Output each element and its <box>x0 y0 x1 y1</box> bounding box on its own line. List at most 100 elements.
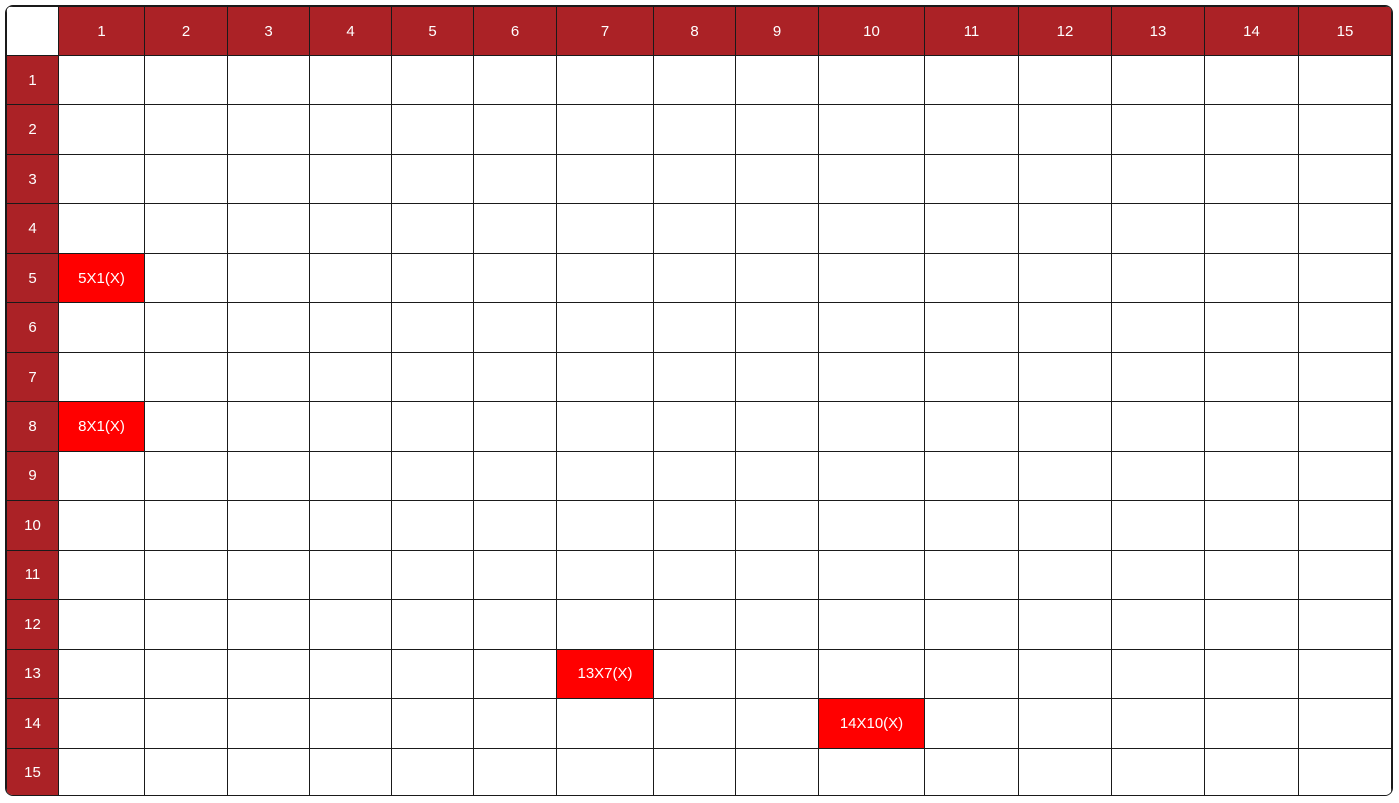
grid-cell[interactable] <box>473 648 557 700</box>
grid-cell[interactable] <box>653 450 736 502</box>
grid-cell[interactable] <box>58 648 145 700</box>
grid-cell[interactable] <box>309 698 392 749</box>
grid-cell[interactable] <box>144 351 228 403</box>
grid-cell[interactable] <box>818 747 925 795</box>
grid-cell[interactable] <box>1298 648 1392 700</box>
grid-cell[interactable] <box>1298 549 1392 601</box>
grid-cell[interactable] <box>818 104 925 155</box>
grid-cell[interactable] <box>227 549 310 601</box>
grid-cell[interactable] <box>1111 698 1205 749</box>
grid-cell[interactable] <box>1204 698 1299 749</box>
grid-cell[interactable] <box>58 549 145 601</box>
grid-cell[interactable] <box>1111 153 1205 205</box>
grid-cell[interactable] <box>391 549 474 601</box>
grid-cell[interactable] <box>556 104 654 155</box>
grid-cell[interactable] <box>473 599 557 650</box>
grid-cell[interactable] <box>924 54 1019 106</box>
grid-cell[interactable] <box>1204 549 1299 601</box>
grid-cell[interactable] <box>227 648 310 700</box>
grid-cell[interactable] <box>309 203 392 254</box>
grid-cell[interactable] <box>1111 252 1205 304</box>
grid-cell[interactable] <box>309 747 392 795</box>
grid-cell[interactable] <box>653 104 736 155</box>
grid-cell[interactable] <box>924 104 1019 155</box>
marked-cell[interactable]: 5X1(X) <box>58 252 145 304</box>
grid-cell[interactable] <box>473 153 557 205</box>
grid-cell[interactable] <box>1204 302 1299 353</box>
grid-cell[interactable] <box>473 401 557 452</box>
grid-cell[interactable] <box>58 500 145 551</box>
grid-cell[interactable] <box>818 203 925 254</box>
grid-cell[interactable] <box>556 252 654 304</box>
grid-cell[interactable] <box>473 549 557 601</box>
marked-cell[interactable]: 13X7(X) <box>556 648 654 700</box>
grid-cell[interactable] <box>58 54 145 106</box>
grid-cell[interactable] <box>309 252 392 304</box>
grid-cell[interactable] <box>227 698 310 749</box>
grid-cell[interactable] <box>1111 549 1205 601</box>
grid-cell[interactable] <box>556 698 654 749</box>
grid-cell[interactable] <box>653 54 736 106</box>
grid-cell[interactable] <box>473 302 557 353</box>
grid-cell[interactable] <box>735 401 819 452</box>
grid-cell[interactable] <box>227 252 310 304</box>
grid-cell[interactable] <box>1018 104 1112 155</box>
grid-cell[interactable] <box>227 302 310 353</box>
grid-cell[interactable] <box>391 351 474 403</box>
grid-cell[interactable] <box>391 450 474 502</box>
grid-cell[interactable] <box>924 252 1019 304</box>
grid-cell[interactable] <box>735 153 819 205</box>
grid-cell[interactable] <box>735 302 819 353</box>
grid-cell[interactable] <box>227 153 310 205</box>
grid-cell[interactable] <box>391 747 474 795</box>
grid-cell[interactable] <box>653 351 736 403</box>
grid-cell[interactable] <box>653 747 736 795</box>
grid-cell[interactable] <box>924 599 1019 650</box>
grid-cell[interactable] <box>556 203 654 254</box>
grid-cell[interactable] <box>391 203 474 254</box>
grid-cell[interactable] <box>309 549 392 601</box>
grid-cell[interactable] <box>556 153 654 205</box>
grid-cell[interactable] <box>391 104 474 155</box>
grid-cell[interactable] <box>58 203 145 254</box>
grid-cell[interactable] <box>818 500 925 551</box>
grid-cell[interactable] <box>653 252 736 304</box>
grid-cell[interactable] <box>818 401 925 452</box>
grid-cell[interactable] <box>735 203 819 254</box>
grid-cell[interactable] <box>1298 599 1392 650</box>
grid-cell[interactable] <box>58 302 145 353</box>
grid-cell[interactable] <box>735 747 819 795</box>
grid-cell[interactable] <box>58 599 145 650</box>
grid-cell[interactable] <box>144 450 228 502</box>
grid-cell[interactable] <box>58 747 145 795</box>
grid-cell[interactable] <box>309 648 392 700</box>
grid-cell[interactable] <box>735 450 819 502</box>
grid-cell[interactable] <box>1111 747 1205 795</box>
grid-cell[interactable] <box>735 104 819 155</box>
grid-cell[interactable] <box>144 549 228 601</box>
grid-cell[interactable] <box>1204 54 1299 106</box>
grid-cell[interactable] <box>818 351 925 403</box>
grid-cell[interactable] <box>924 401 1019 452</box>
grid-cell[interactable] <box>735 500 819 551</box>
grid-cell[interactable] <box>556 549 654 601</box>
grid-cell[interactable] <box>1298 203 1392 254</box>
grid-cell[interactable] <box>1018 450 1112 502</box>
grid-cell[interactable] <box>1018 599 1112 650</box>
marked-cell[interactable]: 14X10(X) <box>818 698 925 749</box>
grid-cell[interactable] <box>473 450 557 502</box>
grid-cell[interactable] <box>1204 153 1299 205</box>
grid-cell[interactable] <box>735 599 819 650</box>
grid-cell[interactable] <box>1111 500 1205 551</box>
grid-cell[interactable] <box>227 599 310 650</box>
grid-cell[interactable] <box>1298 351 1392 403</box>
grid-cell[interactable] <box>556 351 654 403</box>
grid-cell[interactable] <box>1204 401 1299 452</box>
grid-cell[interactable] <box>473 203 557 254</box>
grid-cell[interactable] <box>653 549 736 601</box>
grid-cell[interactable] <box>309 302 392 353</box>
grid-cell[interactable] <box>1204 351 1299 403</box>
grid-cell[interactable] <box>58 698 145 749</box>
grid-cell[interactable] <box>473 252 557 304</box>
grid-cell[interactable] <box>144 203 228 254</box>
